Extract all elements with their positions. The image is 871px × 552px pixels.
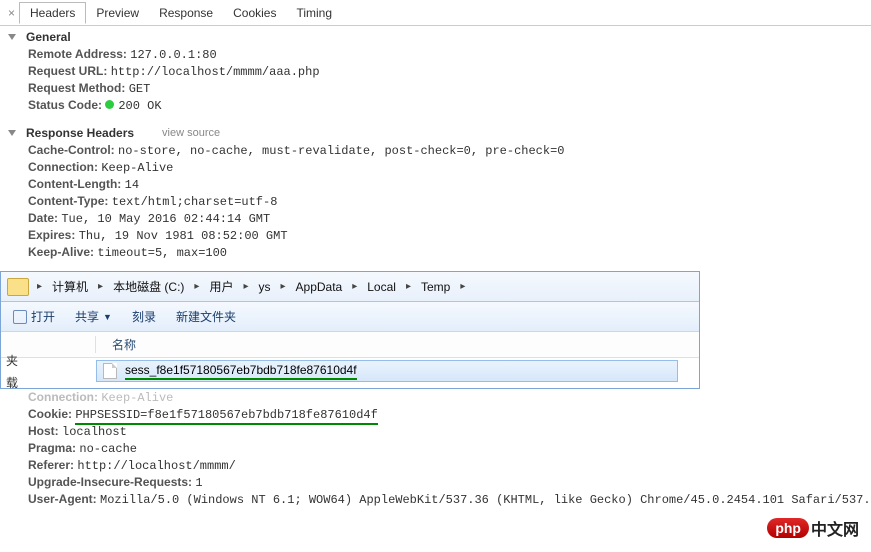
status-code-label: Status Code: (28, 98, 102, 112)
uir-label: Upgrade-Insecure-Requests: (28, 475, 192, 489)
remote-address-label: Remote Address: (28, 47, 127, 61)
close-icon[interactable]: × (4, 6, 19, 20)
content-type-value: text/html;charset=utf-8 (112, 195, 278, 209)
devtools-tabs: × Headers Preview Response Cookies Timin… (0, 0, 871, 26)
tab-response[interactable]: Response (149, 3, 223, 23)
request-url-value: http://localhost/mmmm/aaa.php (111, 65, 320, 79)
watermark-logo: php 中文网 (767, 516, 859, 540)
request-method-label: Request Method: (28, 81, 125, 95)
crumb-ys[interactable]: ys (256, 278, 272, 296)
date-label: Date: (28, 211, 58, 225)
column-name[interactable]: 名称 (96, 336, 136, 353)
side-text-jia: 夹 (6, 352, 18, 369)
date-value: Tue, 10 May 2016 02:44:14 GMT (61, 212, 270, 226)
file-explorer: ▸ 计算机 ▸ 本地磁盘 (C:) ▸ 用户 ▸ ys ▸ AppData ▸ … (0, 271, 700, 389)
content-length-label: Content-Length: (28, 177, 121, 191)
host-value: localhost (62, 425, 127, 439)
column-headers: 名称 (1, 332, 699, 358)
user-agent-value: Mozilla/5.0 (Windows NT 6.1; WOW64) Appl… (100, 493, 871, 507)
explorer-toolbar: 打开 共享▼ 刻录 新建文件夹 (1, 302, 699, 332)
open-icon (13, 310, 27, 324)
column-handle[interactable] (1, 336, 96, 353)
pragma-label: Pragma: (28, 441, 76, 455)
tab-cookies[interactable]: Cookies (223, 3, 286, 23)
pragma-value: no-cache (79, 442, 137, 456)
chevron-down-icon[interactable] (8, 34, 16, 40)
crumb-local[interactable]: Local (365, 278, 398, 296)
section-request-headers: Connection: Keep-Alive Cookie: PHPSESSID… (0, 383, 871, 516)
remote-address-value: 127.0.0.1:80 (130, 48, 216, 62)
view-source-link[interactable]: view source (162, 127, 220, 139)
content-length-value: 14 (125, 178, 139, 192)
crumb-disk-c[interactable]: 本地磁盘 (C:) (111, 276, 186, 297)
section-title-general: General (26, 30, 71, 44)
keep-alive-value: timeout=5, max=100 (97, 246, 227, 260)
crumb-computer[interactable]: 计算机 (50, 276, 90, 297)
chevron-right-icon[interactable]: ▸ (276, 281, 289, 292)
chevron-right-icon[interactable]: ▸ (190, 281, 203, 292)
tool-new-folder[interactable]: 新建文件夹 (176, 308, 236, 325)
expires-value: Thu, 19 Nov 1981 08:52:00 GMT (79, 229, 288, 243)
crumb-appdata[interactable]: AppData (294, 278, 345, 296)
tool-burn[interactable]: 刻录 (132, 308, 156, 325)
keep-alive-label: Keep-Alive: (28, 245, 94, 259)
crumb-users[interactable]: 用户 (207, 276, 235, 297)
section-response-headers: Response Headers view source Cache-Contr… (0, 122, 871, 269)
content-type-label: Content-Type: (28, 194, 108, 208)
tab-headers[interactable]: Headers (19, 2, 86, 24)
file-row-selected[interactable]: sess_f8e1f57180567eb7bdb718fe87610d4f (96, 360, 678, 382)
connection-value: Keep-Alive (101, 161, 173, 175)
chevron-right-icon[interactable]: ▸ (348, 281, 361, 292)
chevron-right-icon[interactable]: ▸ (456, 281, 469, 292)
chevron-right-icon[interactable]: ▸ (402, 281, 415, 292)
crumb-temp[interactable]: Temp (419, 278, 452, 296)
status-dot-icon (105, 100, 114, 109)
chevron-down-icon[interactable] (8, 130, 16, 136)
chevron-right-icon[interactable]: ▸ (239, 281, 252, 292)
breadcrumb-bar: ▸ 计算机 ▸ 本地磁盘 (C:) ▸ 用户 ▸ ys ▸ AppData ▸ … (1, 272, 699, 302)
section-general: General Remote Address: 127.0.0.1:80 Req… (0, 26, 871, 122)
section-title-response-headers: Response Headers (26, 126, 134, 140)
chevron-right-icon[interactable]: ▸ (33, 281, 46, 292)
request-method-value: GET (129, 82, 151, 96)
file-icon (103, 363, 117, 379)
referer-label: Referer: (28, 458, 74, 472)
expires-label: Expires: (28, 228, 75, 242)
status-code-value: 200 OK (118, 99, 161, 113)
chevron-right-icon[interactable]: ▸ (94, 281, 107, 292)
host-label: Host: (28, 424, 59, 438)
referer-value: http://localhost/mmmm/ (77, 459, 235, 473)
tool-open[interactable]: 打开 (13, 308, 55, 325)
tab-preview[interactable]: Preview (86, 3, 149, 23)
cache-control-value: no-store, no-cache, must-revalidate, pos… (118, 144, 564, 158)
tool-share[interactable]: 共享▼ (75, 308, 112, 325)
folder-icon[interactable] (7, 278, 29, 296)
connection-label: Connection: (28, 160, 98, 174)
req-connection-value: Keep-Alive (101, 391, 173, 405)
cache-control-label: Cache-Control: (28, 143, 115, 157)
uir-value: 1 (195, 476, 202, 490)
logo-text: 中文网 (811, 516, 859, 540)
side-text-zai: 载 (6, 374, 18, 391)
user-agent-label: User-Agent: (28, 492, 97, 506)
request-url-label: Request URL: (28, 64, 107, 78)
cookie-label: Cookie: (28, 407, 72, 421)
req-connection-label: Connection: (28, 390, 98, 404)
chevron-down-icon: ▼ (103, 312, 112, 322)
file-name: sess_f8e1f57180567eb7bdb718fe87610d4f (125, 363, 357, 380)
tab-timing[interactable]: Timing (286, 3, 342, 23)
php-pill-icon: php (767, 518, 809, 538)
